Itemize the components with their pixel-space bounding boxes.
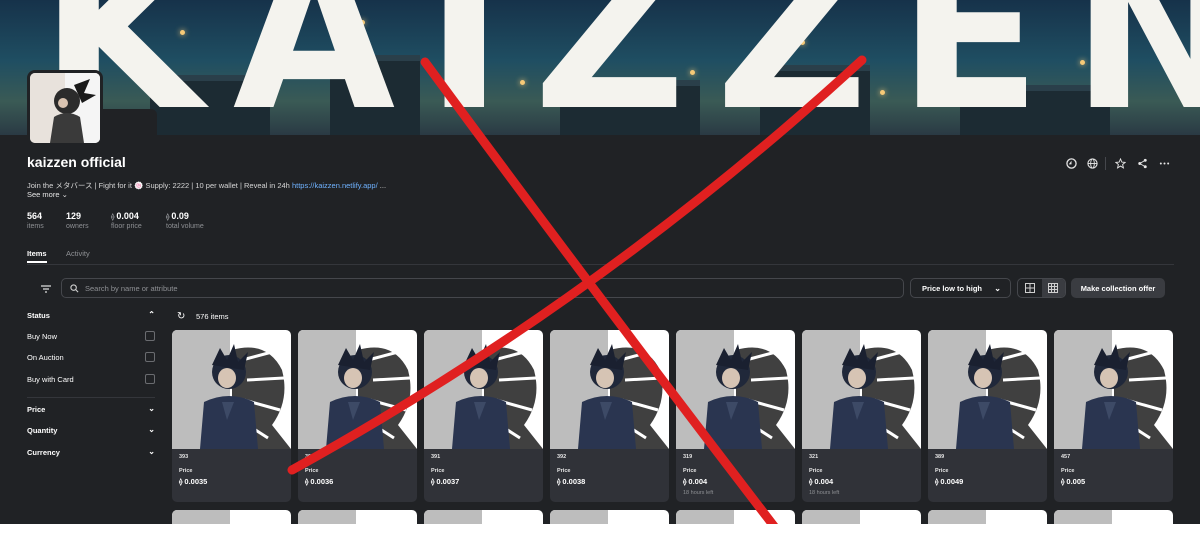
red-x-overlay [287, 55, 867, 524]
red-x-stroke [420, 57, 778, 524]
collection-page: KAIZZEN kaizzen official Join the メタバース … [0, 0, 1200, 524]
